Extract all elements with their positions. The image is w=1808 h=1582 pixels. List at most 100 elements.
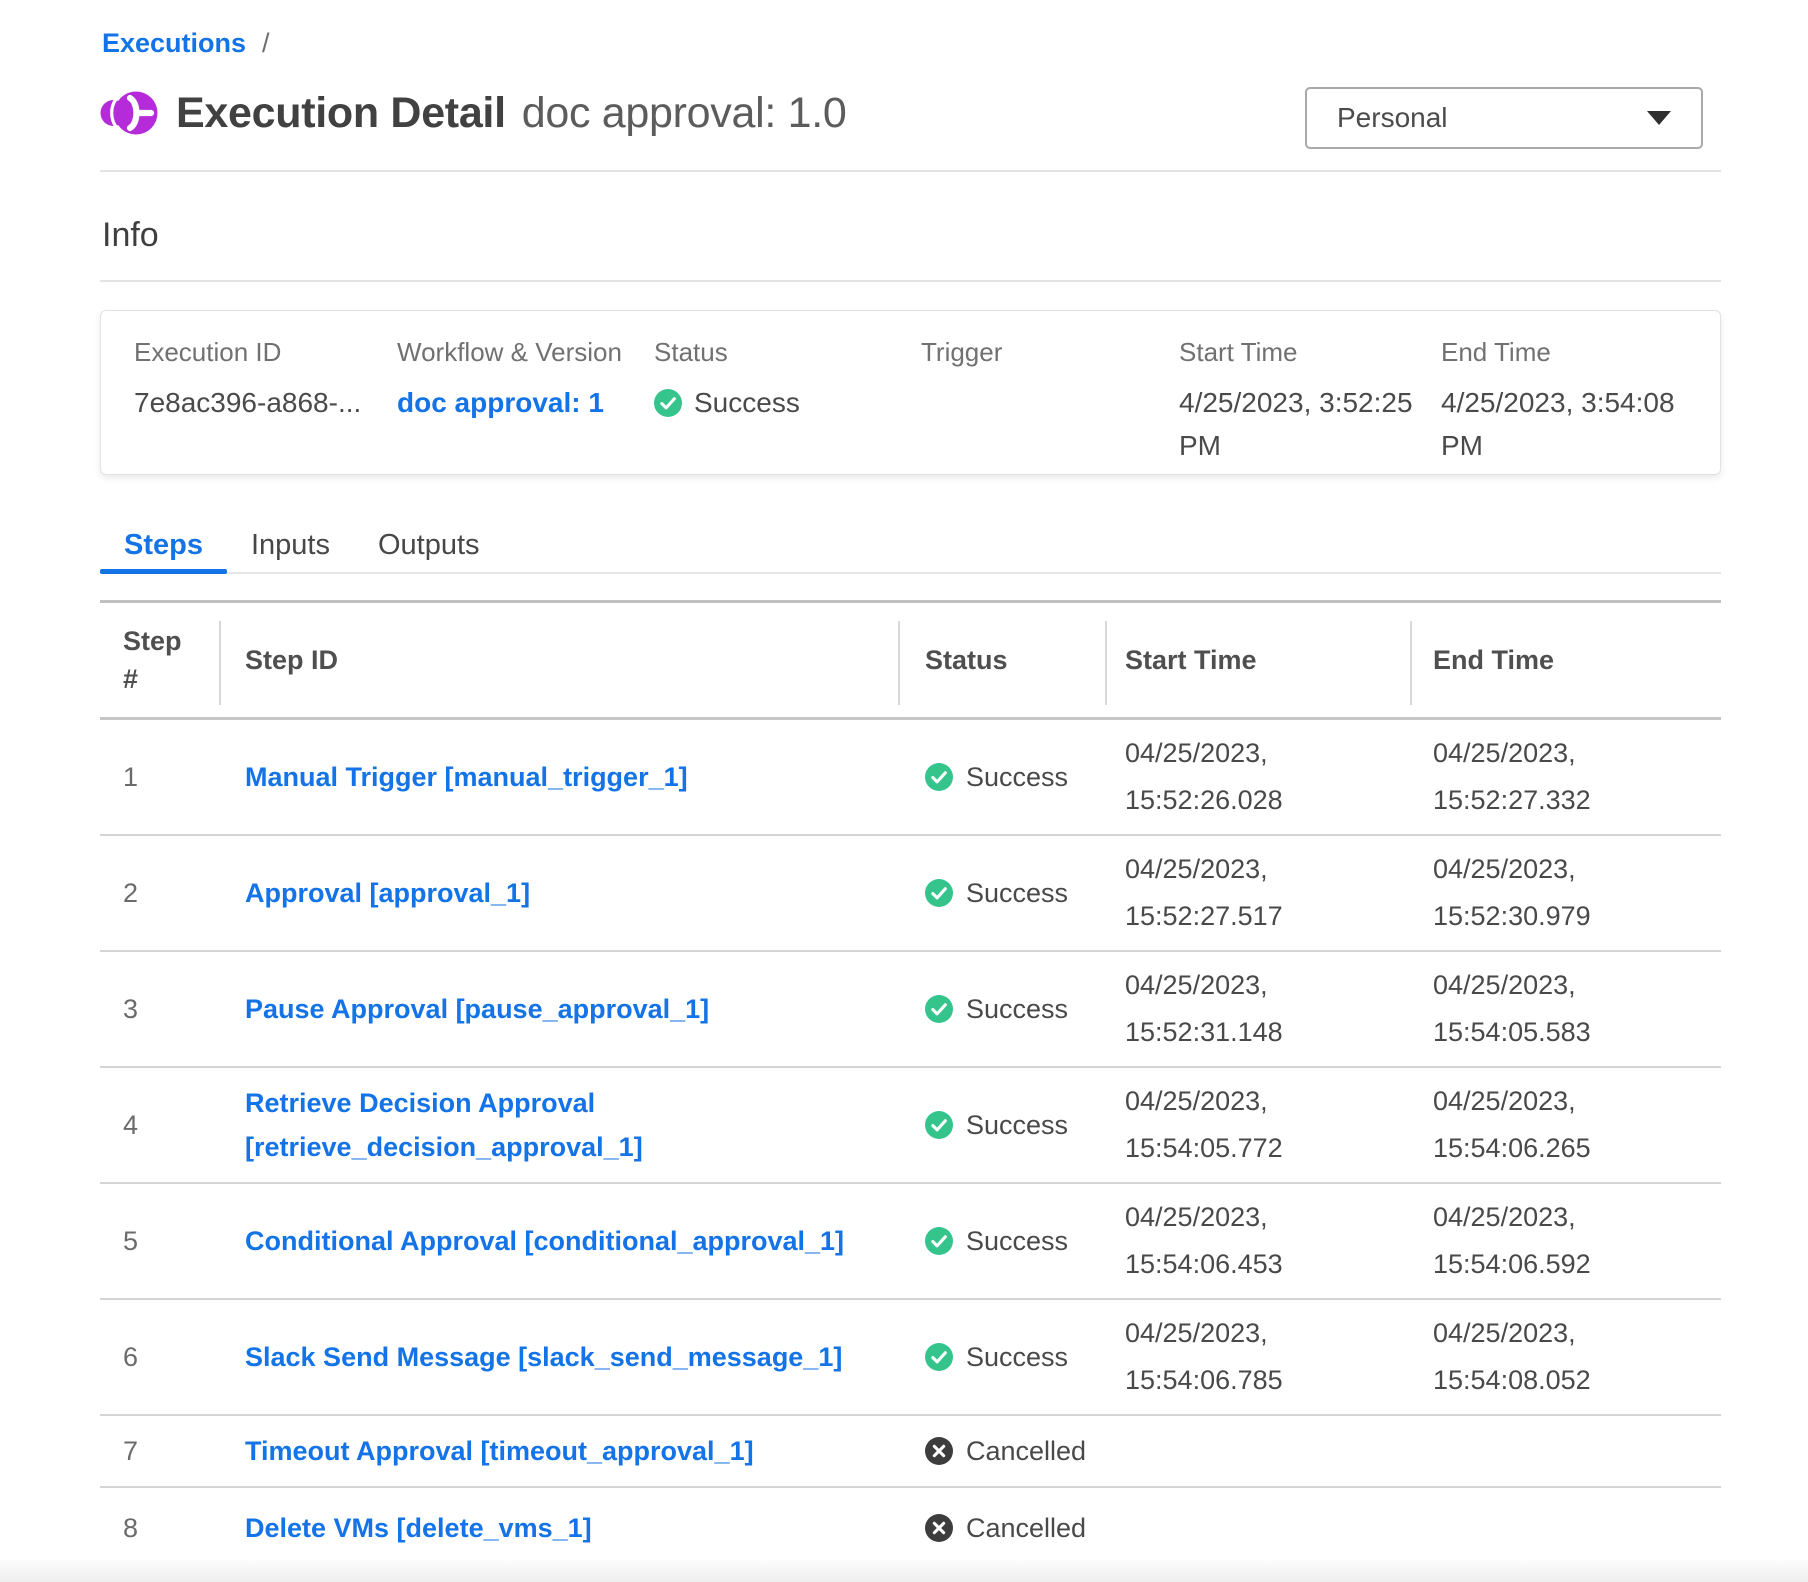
info-field-label: Workflow & Version bbox=[397, 337, 654, 368]
breadcrumb-link-executions[interactable]: Executions bbox=[102, 28, 246, 59]
start-time-cell: 04/25/2023, 15:54:05.772 bbox=[1107, 1078, 1412, 1172]
step-id-link[interactable]: Slack Send Message [slack_send_message_1… bbox=[245, 1335, 842, 1379]
status-badge: Success bbox=[900, 878, 1107, 909]
end-time-text: 04/25/2023, 15:52:30.979 bbox=[1433, 846, 1617, 940]
info-field-start-time: Start Time 4/25/2023, 3:52:25 PM bbox=[1179, 337, 1441, 474]
steps-table: Step #Step IDStatusStart TimeEnd Time 1 … bbox=[100, 600, 1721, 1570]
status-text: Success bbox=[966, 1226, 1068, 1257]
start-time-cell: 04/25/2023, 15:52:27.517 bbox=[1107, 846, 1412, 940]
workflow-logo-icon bbox=[100, 88, 158, 138]
info-field-workflow-version: Workflow & Version doc approval: 1 bbox=[397, 337, 654, 474]
step-id-link[interactable]: Delete VMs [delete_vms_1] bbox=[245, 1506, 592, 1550]
page-bottom-edge bbox=[0, 1560, 1808, 1582]
start-time-text: 04/25/2023, 15:52:31.148 bbox=[1125, 962, 1309, 1056]
info-field-value: 4/25/2023, 3:52:25 PM bbox=[1179, 381, 1417, 467]
status-cancelled-icon bbox=[925, 1437, 953, 1465]
step-id-cell: Approval [approval_1] bbox=[221, 871, 900, 915]
execution-detail-page: Executions / Execution Detail doc approv… bbox=[0, 0, 1808, 1582]
step-number: 1 bbox=[100, 762, 221, 793]
status-cancelled-icon bbox=[925, 1514, 953, 1542]
step-id-link[interactable]: Retrieve Decision Approval [retrieve_dec… bbox=[245, 1081, 870, 1169]
status-badge: Success bbox=[900, 762, 1107, 793]
status-success-icon bbox=[925, 763, 953, 791]
page-title: Execution Detail bbox=[176, 89, 506, 138]
end-time-text: 04/25/2023, 15:52:27.332 bbox=[1433, 730, 1617, 824]
tab-inputs[interactable]: Inputs bbox=[227, 518, 354, 572]
info-field-status: Status Success bbox=[654, 337, 921, 474]
header-divider bbox=[100, 170, 1721, 172]
status-text: Success bbox=[966, 762, 1068, 793]
table-row: 7 Timeout Approval [timeout_approval_1] … bbox=[100, 1416, 1721, 1488]
step-number: 7 bbox=[100, 1436, 221, 1467]
status-badge: Cancelled bbox=[900, 1513, 1107, 1544]
step-number: 4 bbox=[100, 1110, 221, 1141]
tabs-bar: StepsInputsOutputs bbox=[100, 518, 1721, 574]
step-id-link[interactable]: Manual Trigger [manual_trigger_1] bbox=[245, 755, 688, 799]
end-time-cell: 04/25/2023, 15:52:30.979 bbox=[1412, 846, 1721, 940]
page-subtitle: doc approval: 1.0 bbox=[522, 89, 847, 138]
start-time-text: 04/25/2023, 15:54:06.785 bbox=[1125, 1310, 1309, 1404]
step-id-cell: Pause Approval [pause_approval_1] bbox=[221, 987, 900, 1031]
info-field-end-time: End Time 4/25/2023, 3:54:08 PM bbox=[1441, 337, 1720, 474]
end-time-text: 04/25/2023, 15:54:06.592 bbox=[1433, 1194, 1617, 1288]
info-field-label: Start Time bbox=[1179, 337, 1441, 368]
status-success-icon bbox=[925, 879, 953, 907]
table-header-status: Status bbox=[900, 603, 1107, 717]
info-divider bbox=[100, 280, 1721, 282]
status-badge: Success bbox=[900, 994, 1107, 1025]
step-number: 5 bbox=[100, 1226, 221, 1257]
table-row: 1 Manual Trigger [manual_trigger_1] Succ… bbox=[100, 720, 1721, 836]
start-time-text: 04/25/2023, 15:52:26.028 bbox=[1125, 730, 1309, 824]
step-id-cell: Retrieve Decision Approval [retrieve_dec… bbox=[221, 1081, 900, 1169]
table-row: 8 Delete VMs [delete_vms_1] Cancelled bbox=[100, 1488, 1721, 1570]
end-time-text: 04/25/2023, 15:54:08.052 bbox=[1433, 1310, 1617, 1404]
status-success-icon bbox=[925, 995, 953, 1023]
end-time-text: 04/25/2023, 15:54:05.583 bbox=[1433, 962, 1617, 1056]
info-field-label: End Time bbox=[1441, 337, 1720, 368]
chevron-down-icon bbox=[1647, 111, 1671, 125]
step-number: 3 bbox=[100, 994, 221, 1025]
info-field-label: Trigger bbox=[921, 337, 1179, 368]
status-success-icon bbox=[925, 1343, 953, 1371]
status-badge: Cancelled bbox=[900, 1436, 1107, 1467]
table-header-end-time: End Time bbox=[1412, 603, 1721, 717]
step-id-cell: Manual Trigger [manual_trigger_1] bbox=[221, 755, 900, 799]
step-id-link[interactable]: Pause Approval [pause_approval_1] bbox=[245, 987, 709, 1031]
table-header-step-id: Step ID bbox=[221, 603, 900, 717]
workspace-dropdown-value: Personal bbox=[1337, 102, 1647, 134]
table-row: 4 Retrieve Decision Approval [retrieve_d… bbox=[100, 1068, 1721, 1184]
start-time-text: 04/25/2023, 15:52:27.517 bbox=[1125, 846, 1309, 940]
info-card: Execution ID 7e8ac396-a868-... Workflow … bbox=[100, 310, 1721, 475]
info-field-label: Status bbox=[654, 337, 921, 368]
status-text: Cancelled bbox=[966, 1513, 1086, 1544]
status-success-icon bbox=[654, 389, 682, 417]
end-time-cell: 04/25/2023, 15:54:05.583 bbox=[1412, 962, 1721, 1056]
step-id-link[interactable]: Conditional Approval [conditional_approv… bbox=[245, 1219, 844, 1263]
workspace-dropdown[interactable]: Personal bbox=[1305, 87, 1703, 149]
end-time-text: 04/25/2023, 15:54:06.265 bbox=[1433, 1078, 1617, 1172]
end-time-cell: 04/25/2023, 15:52:27.332 bbox=[1412, 730, 1721, 824]
tab-steps[interactable]: Steps bbox=[100, 518, 227, 572]
step-id-link[interactable]: Approval [approval_1] bbox=[245, 871, 530, 915]
tab-outputs[interactable]: Outputs bbox=[354, 518, 504, 572]
info-field-trigger: Trigger bbox=[921, 337, 1179, 474]
table-row: 3 Pause Approval [pause_approval_1] Succ… bbox=[100, 952, 1721, 1068]
status-text: Success bbox=[966, 878, 1068, 909]
start-time-cell: 04/25/2023, 15:52:26.028 bbox=[1107, 730, 1412, 824]
status-text: Success bbox=[694, 381, 800, 424]
step-id-cell: Slack Send Message [slack_send_message_1… bbox=[221, 1335, 900, 1379]
step-id-link[interactable]: Timeout Approval [timeout_approval_1] bbox=[245, 1429, 754, 1473]
info-heading: Info bbox=[102, 216, 159, 255]
status-badge: Success bbox=[900, 1342, 1107, 1373]
end-time-cell: 04/25/2023, 15:54:06.592 bbox=[1412, 1194, 1721, 1288]
info-field-value: Success bbox=[654, 381, 921, 424]
workflow-version-link[interactable]: doc approval: 1 bbox=[397, 381, 654, 424]
table-header-start-time: Start Time bbox=[1107, 603, 1412, 717]
step-number: 2 bbox=[100, 878, 221, 909]
info-field-execution-id: Execution ID 7e8ac396-a868-... bbox=[134, 337, 397, 474]
breadcrumb-separator: / bbox=[262, 28, 270, 59]
status-text: Success bbox=[966, 1342, 1068, 1373]
table-header-step-: Step # bbox=[100, 603, 221, 717]
table-row: 2 Approval [approval_1] Success 04/25/20… bbox=[100, 836, 1721, 952]
table-row: 6 Slack Send Message [slack_send_message… bbox=[100, 1300, 1721, 1416]
